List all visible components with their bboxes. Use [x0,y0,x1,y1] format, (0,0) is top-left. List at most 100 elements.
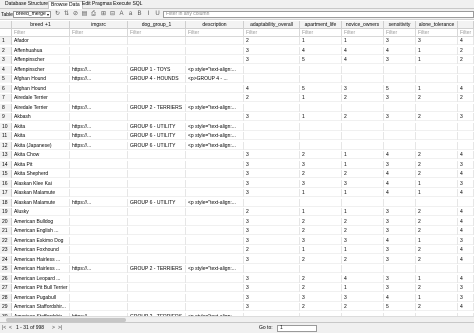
cell-dog-group-1[interactable] [128,84,186,93]
cell-extra[interactable]: 3 [458,284,474,292]
cell-description[interactable] [186,255,244,264]
cell-breed[interactable]: Affenhuahua [12,46,70,55]
cell-extra[interactable] [458,198,474,207]
cell-adaptability-overall[interactable] [244,103,300,112]
cell-apartment-life[interactable]: 1 [300,37,342,45]
cell-alone-tolerance[interactable]: 1 [416,189,458,197]
delete-record-icon[interactable]: ⊟ [109,11,116,18]
cell-description[interactable] [186,56,244,64]
cell-apartment-life[interactable]: 3 [300,179,342,188]
goto-input[interactable]: 1 [277,325,317,332]
cell-sensitivity[interactable]: 3 [384,94,416,102]
cell-breed[interactable]: Akita [12,122,70,131]
cell-adaptability-overall[interactable]: 3 [244,160,300,169]
cell-breed[interactable]: Akita Pit [12,160,70,169]
cell-description[interactable] [186,274,244,283]
cell-breed[interactable]: American Pugabull [12,293,70,302]
row-number[interactable]: 2 [0,46,12,55]
cell-imgsrc[interactable]: https://... [70,141,128,150]
cell-novice-owners[interactable]: 1 [342,246,384,254]
cell-dog-group-1[interactable] [128,303,186,311]
cell-adaptability-overall[interactable]: 3 [244,274,300,283]
cell-sensitivity[interactable]: 3 [384,113,416,121]
cell-description[interactable]: <p style="text-align:... [186,132,244,140]
cell-alone-tolerance[interactable]: 2 [416,217,458,226]
cell-description[interactable] [186,227,244,235]
cell-novice-owners[interactable]: 1 [342,151,384,159]
cell-alone-tolerance[interactable]: 1 [416,46,458,55]
cell-breed[interactable]: Alaskan Malamute [12,198,70,207]
cell-imgsrc[interactable] [70,179,128,188]
cell-sensitivity[interactable]: 4 [384,179,416,188]
cell-extra[interactable]: 4 [458,217,474,226]
cell-adaptability-overall[interactable]: 3 [244,113,300,121]
cell-adaptability-overall[interactable] [244,65,300,74]
cell-dog-group-1[interactable] [128,179,186,188]
row-number[interactable]: 25 [0,265,12,273]
cell-dog-group-1[interactable] [128,293,186,302]
cell-description[interactable]: <p style="text-align:... [186,265,244,273]
cell-description[interactable]: <p style="text-align:... [186,122,244,131]
cell-imgsrc[interactable]: https://... [70,103,128,112]
cell-dog-group-1[interactable] [128,160,186,169]
row-number[interactable]: 8 [0,103,12,112]
cell-apartment-life[interactable]: 1 [300,94,342,102]
last-page-button[interactable]: >| [58,325,62,332]
column-header-dog-group-1[interactable]: dog_group_1 [128,21,186,29]
cell-apartment-life[interactable]: 3 [300,236,342,245]
cell-apartment-life[interactable]: 5 [300,56,342,64]
cell-adaptability-overall[interactable]: 3 [244,189,300,197]
cell-description[interactable] [186,284,244,292]
cell-apartment-life[interactable]: 2 [300,217,342,226]
cell-apartment-life[interactable]: 2 [300,303,342,311]
cell-sensitivity[interactable]: 4 [384,46,416,55]
cell-sensitivity[interactable]: 4 [384,170,416,178]
cell-sensitivity[interactable] [384,265,416,273]
cell-dog-group-1[interactable]: GROUP 2 - TERRIERS [128,103,186,112]
cell-adaptability-overall[interactable]: 4 [244,84,300,93]
cell-adaptability-overall[interactable]: 3 [244,217,300,226]
cell-sensitivity[interactable]: 4 [384,293,416,302]
cell-breed[interactable]: Alaskan Malamute [12,189,70,197]
cell-dog-group-1[interactable] [128,236,186,245]
bold-icon[interactable]: B [136,11,143,18]
cell-apartment-life[interactable]: 1 [300,113,342,121]
cell-breed[interactable]: Akita Chow [12,151,70,159]
row-number[interactable]: 14 [0,160,12,169]
cell-breed[interactable]: Afghan Hound [12,84,70,93]
text-color-icon[interactable]: a [127,11,134,18]
column-header-imgsrc[interactable]: imgsrc [70,21,128,29]
cell-sensitivity[interactable]: 3 [384,227,416,235]
cell-sensitivity[interactable]: 3 [384,56,416,64]
cell-dog-group-1[interactable] [128,94,186,102]
tab-database-structure[interactable]: Database Structure [3,1,50,9]
cell-sensitivity[interactable]: 3 [384,274,416,283]
row-number[interactable]: 13 [0,151,12,159]
table-select[interactable]: breed_merge ▾ [13,11,51,18]
cell-apartment-life[interactable]: 2 [300,255,342,264]
cell-description[interactable] [186,217,244,226]
cell-novice-owners[interactable]: 2 [342,255,384,264]
cell-imgsrc[interactable] [70,113,128,121]
cell-extra[interactable]: 4 [458,151,474,159]
cell-description[interactable] [186,160,244,169]
row-number[interactable]: 21 [0,227,12,235]
cell-dog-group-1[interactable] [128,170,186,178]
cell-alone-tolerance[interactable]: 1 [416,56,458,64]
cell-description[interactable] [186,113,244,121]
row-number[interactable]: 4 [0,65,12,74]
row-number[interactable]: 6 [0,84,12,93]
cell-extra[interactable]: 4 [458,208,474,216]
cell-novice-owners[interactable]: 1 [342,208,384,216]
cell-sensitivity[interactable]: 5 [384,84,416,93]
cell-sensitivity[interactable]: 3 [384,255,416,264]
underline-icon[interactable]: U [154,11,161,18]
cell-extra[interactable]: 4 [458,303,474,311]
row-number[interactable]: 11 [0,132,12,140]
cell-imgsrc[interactable]: https://... [70,122,128,131]
cell-novice-owners[interactable] [342,141,384,150]
next-page-button[interactable]: > [52,325,55,332]
cell-novice-owners[interactable] [342,65,384,74]
cell-imgsrc[interactable] [70,151,128,159]
cell-alone-tolerance[interactable] [416,132,458,140]
